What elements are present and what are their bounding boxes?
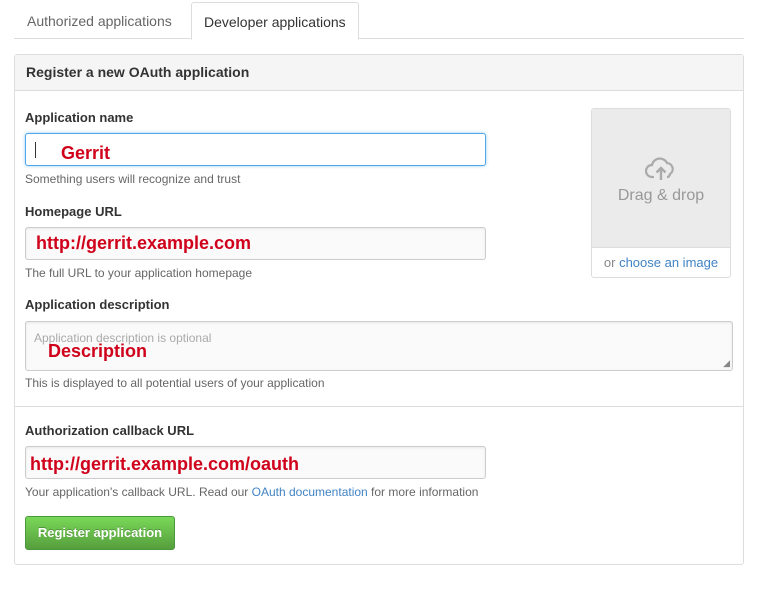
- cloud-upload-icon: [645, 157, 674, 180]
- register-application-button[interactable]: Register application: [25, 516, 175, 550]
- panel-title: Register a new OAuth application: [15, 55, 743, 91]
- app-name-hint: Something users will recognize and trust: [25, 172, 241, 186]
- app-name-input[interactable]: Gerrit: [25, 133, 486, 166]
- homepage-url-label: Homepage URL: [25, 204, 122, 219]
- app-description-value: Description: [48, 341, 148, 361]
- tab-developer-applications[interactable]: Developer applications: [191, 2, 359, 40]
- section-divider: [15, 406, 743, 407]
- dropzone-area[interactable]: Drag & drop: [592, 109, 730, 248]
- homepage-url-value: http://gerrit.example.com: [36, 233, 252, 253]
- callback-url-label: Authorization callback URL: [25, 423, 195, 438]
- tab-authorized-applications[interactable]: Authorized applications: [14, 2, 185, 38]
- choose-image-row: or choose an image: [592, 248, 730, 278]
- resize-handle-icon[interactable]: ◢: [723, 358, 730, 369]
- callback-hint-suffix: for more information: [367, 485, 479, 499]
- text-caret: [35, 142, 36, 158]
- drag-drop-text: Drag & drop: [617, 187, 705, 204]
- register-oauth-panel: Register a new OAuth application Applica…: [14, 54, 744, 565]
- tab-bar: Authorized applications Developer applic…: [14, 0, 744, 40]
- callback-url-value: http://gerrit.example.com/oauth: [30, 454, 300, 474]
- choose-image-link[interactable]: choose an image: [619, 255, 718, 270]
- app-description-label: Application description: [25, 297, 170, 312]
- app-description-textarea[interactable]: Application description is optional Desc…: [25, 321, 733, 371]
- app-description-hint: This is displayed to all potential users…: [25, 376, 325, 390]
- oauth-documentation-link[interactable]: OAuth documentation: [252, 485, 368, 499]
- app-name-value: Gerrit: [61, 143, 111, 163]
- callback-url-input[interactable]: http://gerrit.example.com/oauth: [25, 446, 486, 479]
- image-dropzone[interactable]: Drag & drop or choose an image: [591, 108, 731, 278]
- app-name-label: Application name: [25, 110, 134, 125]
- or-text: or: [603, 255, 620, 270]
- homepage-url-input[interactable]: http://gerrit.example.com: [25, 227, 486, 260]
- callback-url-hint: Your application's callback URL. Read ou…: [25, 485, 478, 499]
- homepage-url-hint: The full URL to your application homepag…: [25, 266, 253, 280]
- callback-hint-text: Your application's callback URL. Read ou…: [25, 485, 252, 499]
